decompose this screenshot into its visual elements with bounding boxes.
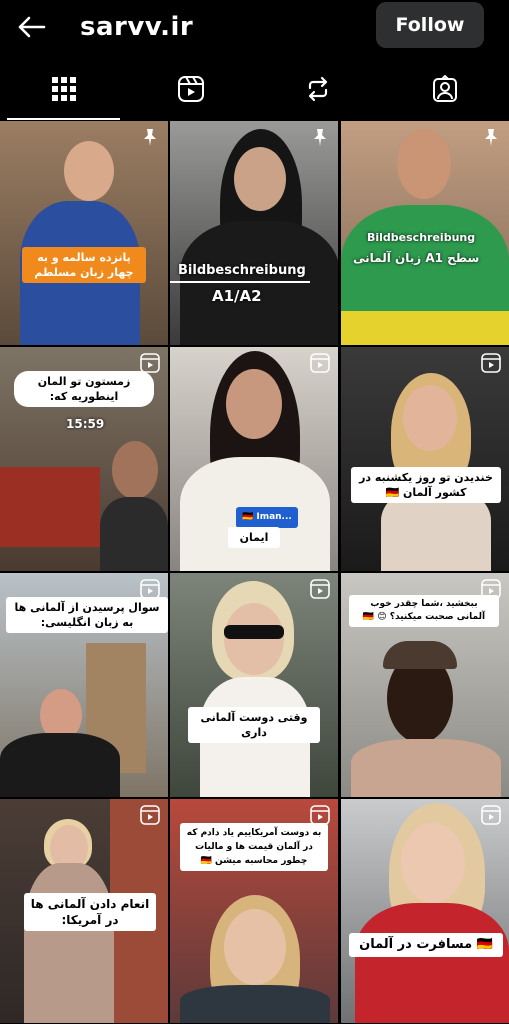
grid-icon xyxy=(51,77,76,101)
person-dress xyxy=(24,863,114,1023)
reel-icon xyxy=(310,805,330,825)
post-caption: ببخشید ،شما چقدر خوب آلمانی صحبت میکنید؟… xyxy=(349,595,499,627)
booth xyxy=(0,467,100,547)
post-overlay-title: Bildbeschreibung xyxy=(178,263,306,278)
person-face xyxy=(224,909,286,985)
repost-icon xyxy=(308,76,327,102)
profile-username: sarvv.ir xyxy=(80,12,194,42)
tagged-icon xyxy=(432,75,457,102)
post-caption: ایمان xyxy=(228,527,280,548)
person-body xyxy=(180,221,338,345)
reel-icon xyxy=(310,353,330,373)
post-caption: زمستون تو المان اینطوریه که: xyxy=(14,371,154,407)
person-body xyxy=(100,497,168,571)
tab-reposts[interactable] xyxy=(254,58,381,120)
post-caption: پانزده سالمه و به چهار زبان مسلطم xyxy=(22,247,146,283)
overlay-divider xyxy=(170,281,310,283)
sunglasses xyxy=(224,625,284,639)
post-caption: سوال پرسیدن از آلمانی ها به زبان انگلیسی… xyxy=(6,597,168,633)
post-tile-3[interactable]: Bildbeschreibung سطح A1 زبان آلمانی xyxy=(341,121,509,345)
reel-icon xyxy=(310,579,330,599)
pin-icon xyxy=(314,129,326,146)
top-bar: sarvv.ir Follow xyxy=(0,0,509,58)
reels-icon xyxy=(177,76,204,102)
pin-icon xyxy=(485,129,497,146)
posts-grid: پانزده سالمه و به چهار زبان مسلطم Bildbe… xyxy=(0,121,509,1024)
pin-icon xyxy=(144,129,156,146)
post-overlay-subtitle: A1/A2 xyxy=(212,287,262,305)
post-tile-4[interactable]: زمستون تو المان اینطوریه که: 15:59 xyxy=(0,347,168,571)
post-tile-8[interactable]: وقتی دوست آلمانی داری xyxy=(170,573,338,797)
reel-icon xyxy=(140,353,160,373)
person-sweater xyxy=(351,739,501,797)
reel-icon xyxy=(481,805,501,825)
person-face xyxy=(397,129,451,199)
person-face xyxy=(64,141,114,201)
post-name-tag: 🇩🇪 Iman... xyxy=(236,507,298,528)
post-overlay-subtitle: سطح A1 زبان آلمانی xyxy=(353,251,480,265)
person-face xyxy=(401,823,465,903)
person-face xyxy=(112,441,158,499)
post-tile-1[interactable]: پانزده سالمه و به چهار زبان مسلطم xyxy=(0,121,168,345)
post-tile-10[interactable]: انعام دادن آلمانی ها در آمریکا: xyxy=(0,799,168,1023)
post-tile-12[interactable]: 🇩🇪 مسافرت در آلمان xyxy=(341,799,509,1023)
post-tile-2[interactable]: Bildbeschreibung A1/A2 xyxy=(170,121,338,345)
follow-button[interactable]: Follow xyxy=(376,2,484,48)
tab-tagged[interactable] xyxy=(381,58,508,120)
post-tile-5[interactable]: 🇩🇪 Iman... ایمان xyxy=(170,347,338,571)
post-tile-9[interactable]: ببخشید ،شما چقدر خوب آلمانی صحبت میکنید؟… xyxy=(341,573,509,797)
post-tile-7[interactable]: سوال پرسیدن از آلمانی ها به زبان انگلیسی… xyxy=(0,573,168,797)
post-caption: انعام دادن آلمانی ها در آمریکا: xyxy=(24,893,156,931)
post-tile-11[interactable]: به دوست آمریکاییم یاد دادم که در آلمان ق… xyxy=(170,799,338,1023)
person-face xyxy=(224,603,284,675)
arrow-left-icon xyxy=(18,16,46,38)
person-jacket xyxy=(0,733,120,797)
profile-tabs xyxy=(0,58,509,120)
person-face xyxy=(403,385,457,451)
back-button[interactable] xyxy=(12,8,50,46)
tab-reels[interactable] xyxy=(127,58,254,120)
post-overlay-title: Bildbeschreibung xyxy=(367,231,476,244)
reel-icon xyxy=(140,579,160,599)
post-tile-6[interactable]: خندیدن تو روز یکشنبه در کشور آلمان 🇩🇪 xyxy=(341,347,509,571)
reel-icon xyxy=(481,353,501,373)
tab-posts[interactable] xyxy=(0,58,127,120)
person-face xyxy=(234,147,286,211)
post-caption: خندیدن تو روز یکشنبه در کشور آلمان 🇩🇪 xyxy=(351,467,501,503)
yellow-item xyxy=(341,311,509,345)
post-caption: 🇩🇪 مسافرت در آلمان xyxy=(349,933,503,957)
post-time: 15:59 xyxy=(66,417,105,431)
post-caption: به دوست آمریکاییم یاد دادم که در آلمان ق… xyxy=(180,823,328,871)
person-jacket xyxy=(180,985,330,1023)
reel-icon xyxy=(140,805,160,825)
person-jacket xyxy=(355,903,509,1023)
person-face xyxy=(226,369,282,439)
post-caption: وقتی دوست آلمانی داری xyxy=(188,707,320,743)
cap-hat xyxy=(383,641,457,669)
